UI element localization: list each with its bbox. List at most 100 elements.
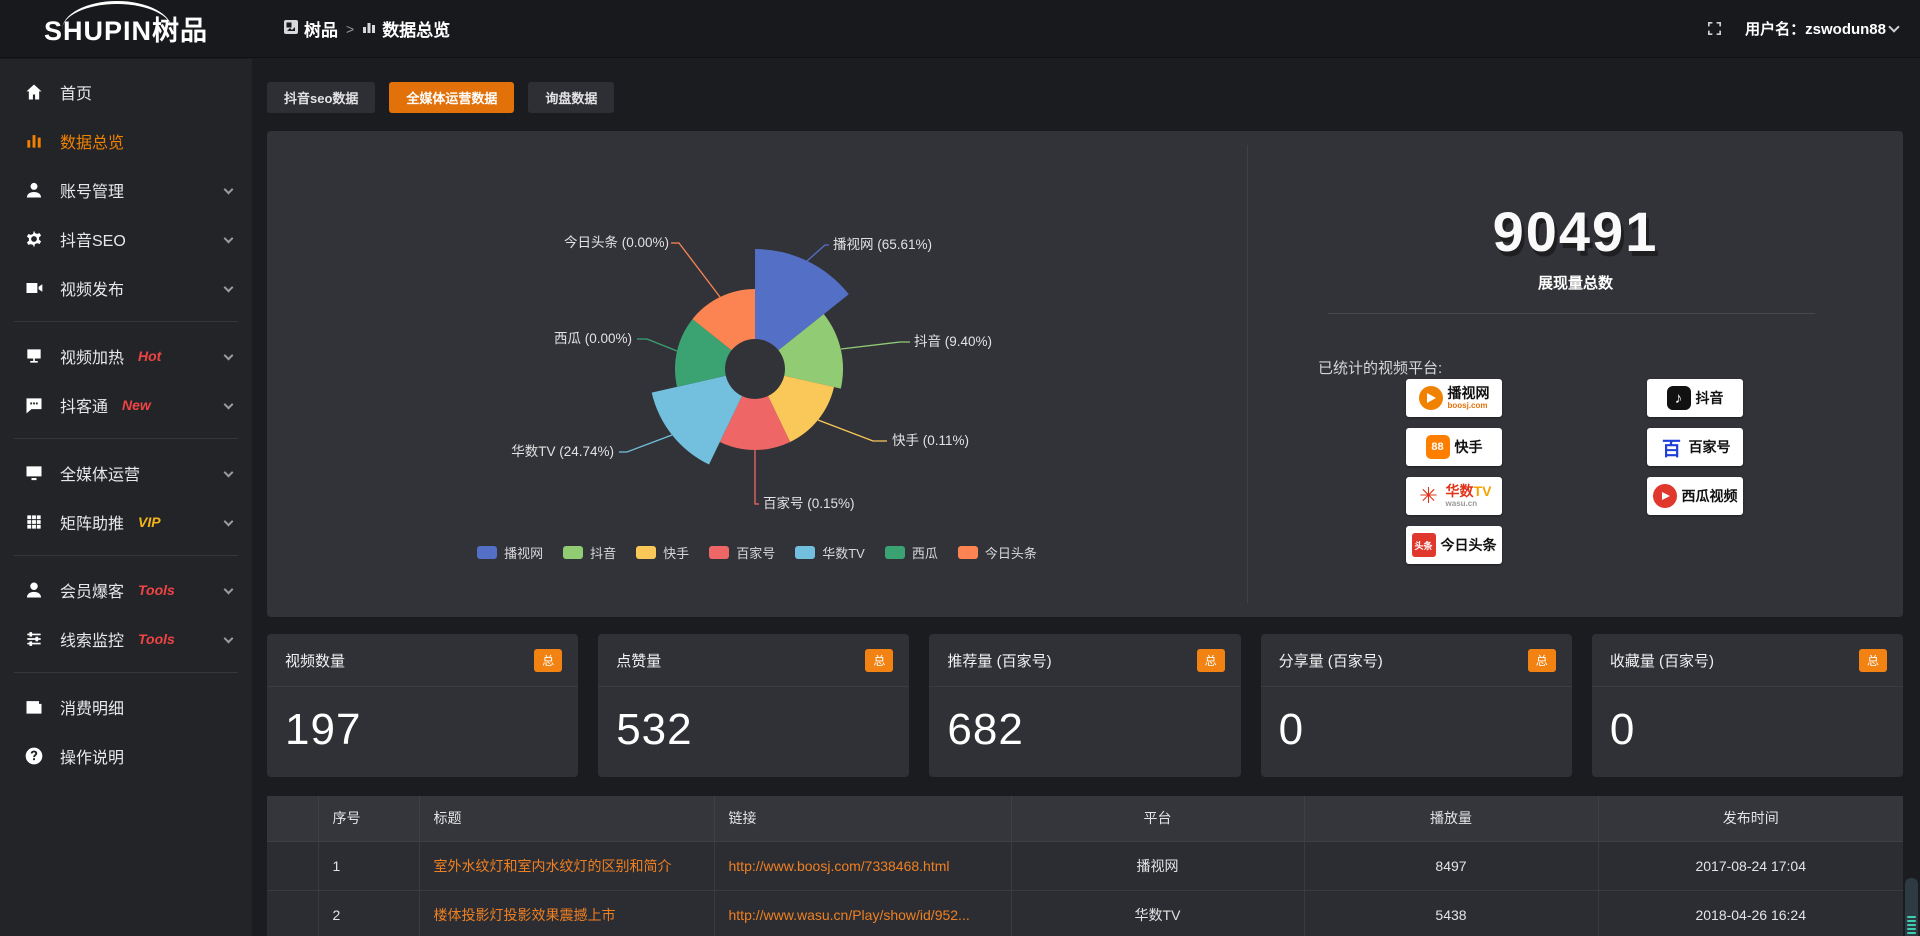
stat-card-value: 197 — [267, 687, 578, 755]
total-badge: 总 — [1197, 649, 1225, 672]
breadcrumb-home[interactable]: 树品 — [284, 16, 338, 41]
total-badge: 总 — [534, 649, 562, 672]
legend-item-今日头条[interactable]: 今日头条 — [958, 543, 1037, 562]
brand-logo[interactable]: SHUPIN树品 — [0, 0, 252, 58]
table-row: 1室外水纹灯和室内水纹灯的区别和简介http://www.boosj.com/7… — [267, 841, 1903, 890]
grid-icon — [24, 512, 44, 532]
stat-card-title: 视频数量 — [285, 650, 345, 671]
scrollbar-thumb[interactable] — [1905, 878, 1918, 936]
column-header-播放量[interactable]: 播放量 — [1304, 796, 1598, 841]
total-badge: 总 — [865, 649, 893, 672]
fullscreen-icon[interactable] — [1706, 20, 1723, 37]
rose-chart: 播视网 (65.61%)抖音 (9.40%)快手 (0.11%)百家号 (0.1… — [267, 131, 1247, 617]
sidebar: 首页数据总览账号管理抖音SEO视频发布视频加热Hot抖客通New 全媒体运营矩阵助… — [0, 59, 252, 936]
stat-cards: 视频数量 总 197 点赞量 总 532 推荐量 (百家号) 总 682 分享量 (百家号) 总 0收… — [267, 634, 1903, 777]
sidebar-badge: VIP — [138, 514, 161, 530]
stat-card-title: 分享量 (百家号) — [1279, 650, 1383, 671]
sidebar-item-操作说明[interactable]: 操作说明 — [0, 731, 252, 780]
chevron-down-icon — [224, 585, 234, 595]
stat-card-推荐量 (百家号): 推荐量 (百家号) 总 682 — [929, 634, 1240, 777]
wasu-icon: ✳ — [1417, 484, 1441, 508]
sidebar-badge: Tools — [138, 631, 175, 647]
sidebar-item-视频发布[interactable]: 视频发布 — [0, 263, 252, 312]
column-header-链接[interactable]: 链接 — [714, 796, 1011, 841]
sidebar-divider — [14, 321, 238, 322]
summary-zone: 90491 展现量总数 已统计的视频平台: 播视网boosj.com88快手✳华… — [1248, 131, 1903, 617]
stat-card-title: 推荐量 (百家号) — [947, 650, 1051, 671]
sidebar-item-数据总览[interactable]: 数据总览 — [0, 116, 252, 165]
video-url-link[interactable]: http://www.boosj.com/7338468.html — [729, 858, 950, 874]
brand-logo-text: SHUPIN树品 — [44, 9, 208, 48]
chevron-down-icon — [224, 185, 234, 195]
chevron-down-icon — [224, 351, 234, 361]
sidebar-item-label: 操作说明 — [60, 744, 124, 768]
sidebar-item-label: 首页 — [60, 80, 92, 104]
sidebar-item-消费明细[interactable]: 消费明细 — [0, 682, 252, 731]
sidebar-item-label: 会员爆客 — [60, 578, 124, 602]
chevron-down-icon — [224, 400, 234, 410]
pie-label-今日头条: 今日头条 (0.00%) — [564, 234, 669, 250]
stat-card-value: 682 — [929, 687, 1240, 755]
tab-全媒体运营数据[interactable]: 全媒体运营数据 — [389, 82, 514, 113]
column-header-平台[interactable]: 平台 — [1011, 796, 1304, 841]
cell-time: 2018-04-26 16:24 — [1598, 890, 1903, 936]
sidebar-item-抖音SEO[interactable]: 抖音SEO — [0, 214, 252, 263]
legend-item-西瓜[interactable]: 西瓜 — [885, 543, 938, 562]
chevron-down-icon — [224, 634, 234, 644]
platform-badge-今日头条: 头条今日头条 — [1406, 526, 1502, 564]
legend-swatch — [636, 546, 656, 559]
chevron-down-icon — [224, 283, 234, 293]
video-title-link[interactable]: 楼体投影灯投影效果震撼上市 — [434, 907, 616, 923]
tab-抖音seo数据[interactable]: 抖音seo数据 — [267, 82, 375, 113]
cell-platform: 华数TV — [1011, 890, 1304, 936]
legend-item-华数TV[interactable]: 华数TV — [795, 543, 865, 562]
sidebar-item-矩阵助推[interactable]: 矩阵助推VIP — [0, 497, 252, 546]
sidebar-item-抖客通[interactable]: 抖客通New — [0, 380, 252, 429]
pie-label-百家号: 百家号 (0.15%) — [763, 495, 855, 511]
sidebar-item-视频加热[interactable]: 视频加热Hot — [0, 331, 252, 380]
stat-card-value: 0 — [1592, 687, 1903, 755]
cell-no: 2 — [318, 890, 419, 936]
stat-card-title: 点赞量 — [616, 650, 661, 671]
sidebar-item-线索监控[interactable]: 线索监控 Tools — [0, 614, 252, 663]
video-icon — [24, 278, 44, 298]
sidebar-item-首页[interactable]: 首页 — [0, 67, 252, 116]
legend-label: 今日头条 — [985, 543, 1037, 562]
username-label: 用户名：zswodun88 — [1745, 18, 1886, 39]
stat-card-value: 532 — [598, 687, 909, 755]
pie-label-华数TV: 华数TV (24.74%) — [511, 444, 614, 459]
legend-swatch — [709, 546, 729, 559]
video-url-link[interactable]: http://www.wasu.cn/Play/show/id/952... — [729, 907, 970, 923]
column-header-序号[interactable]: 序号 — [318, 796, 419, 841]
pie-label-快手: 快手 (0.11%) — [892, 433, 969, 448]
boosj-icon — [1419, 386, 1443, 410]
sidebar-item-label: 线索监控 — [60, 627, 124, 651]
topbar: SHUPIN树品 树品 > 数据总览 用户名：zswodun88 — [0, 0, 1920, 58]
legend-swatch — [563, 546, 583, 559]
toutiao-icon: 头条 — [1412, 533, 1436, 557]
legend-item-播视网[interactable]: 播视网 — [477, 543, 543, 562]
sidebar-item-全媒体运营[interactable]: 全媒体运营 — [0, 448, 252, 497]
platform-badge-抖音: ♪抖音 — [1647, 379, 1743, 417]
legend-item-百家号[interactable]: 百家号 — [709, 543, 775, 562]
total-impressions-value: 90491 — [1248, 199, 1903, 264]
breadcrumb-current[interactable]: 数据总览 — [362, 16, 450, 41]
total-badge: 总 — [1528, 649, 1556, 672]
legend-swatch — [885, 546, 905, 559]
legend-item-快手[interactable]: 快手 — [636, 543, 689, 562]
column-header-标题[interactable]: 标题 — [419, 796, 714, 841]
baijiahao-icon: 百 — [1660, 435, 1684, 459]
user-menu[interactable]: 用户名：zswodun88 — [1745, 18, 1898, 39]
column-header-发布时间[interactable]: 发布时间 — [1598, 796, 1903, 841]
sidebar-item-会员爆客[interactable]: 会员爆客Tools — [0, 565, 252, 614]
platform-badge-华数TV: ✳华数TVwasu.cn — [1406, 477, 1502, 515]
stat-card-收藏量 (百家号): 收藏量 (百家号)总0 — [1592, 634, 1903, 777]
tab-询盘数据[interactable]: 询盘数据 — [528, 82, 614, 113]
video-title-link[interactable]: 室外水纹灯和室内水纹灯的区别和简介 — [434, 858, 672, 874]
legend-label: 抖音 — [590, 543, 616, 562]
sidebar-item-账号管理[interactable]: 账号管理 — [0, 165, 252, 214]
legend-item-抖音[interactable]: 抖音 — [563, 543, 616, 562]
data-tabs: 抖音seo数据全媒体运营数据询盘数据 — [267, 82, 614, 113]
pie-slice-华数TV[interactable] — [652, 376, 742, 465]
stat-card-视频数量: 视频数量 总 197 — [267, 634, 578, 777]
